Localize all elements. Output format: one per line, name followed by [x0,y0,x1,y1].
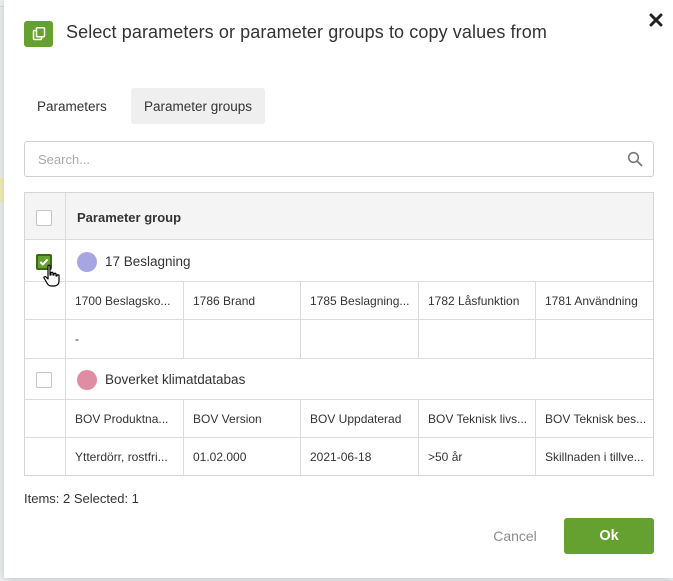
group-name-boverket-klimatdatabas[interactable]: Boverket klimatdatabas [105,372,245,387]
tab-parameter-groups[interactable]: Parameter groups [131,88,266,124]
ok-button[interactable]: Ok [564,518,654,554]
param-value: >50 år [428,450,463,464]
selection-count: Items: 2 Selected: 1 [24,491,139,506]
hand-cursor-icon [43,264,60,287]
group-color-dot [77,370,97,390]
param-column-header: BOV Teknisk bes... [545,412,647,426]
param-value: Ytterdörr, rostfri... [75,450,168,464]
param-column-header: BOV Uppdaterad [310,412,402,426]
parameter-group-table: Parameter group 17 Beslagning 1700 Besla… [24,192,654,476]
param-value: 2021-06-18 [310,450,372,464]
param-column-header: BOV Version [193,412,262,426]
param-column-header: 1781 Användning [545,294,638,308]
search-box [24,141,654,177]
close-icon[interactable] [646,10,666,30]
param-column-header: 1786 Brand [193,294,256,308]
param-column-header: 1700 Beslagsko... [75,294,171,308]
tab-parameters[interactable]: Parameters [24,88,120,124]
param-column-header: BOV Produktna... [75,412,169,426]
group-color-dot [77,252,97,272]
select-all-checkbox[interactable] [36,210,52,226]
param-column-header: BOV Teknisk livs... [428,412,528,426]
dialog-title: Select parameters or parameter groups to… [66,22,547,42]
copy-icon [24,21,53,47]
search-icon[interactable] [627,151,643,167]
group-name-17-beslagning[interactable]: 17 Beslagning [105,254,191,269]
param-value: 01.02.000 [193,450,247,464]
param-column-header: 1785 Beslagning... [310,294,410,308]
search-input[interactable] [25,142,615,176]
param-value: - [75,332,79,346]
group-checkbox-boverket-klimatdatabas[interactable] [36,372,52,388]
copy-values-dialog: Select parameters or parameter groups to… [4,0,673,578]
param-column-header: 1782 Låsfunktion [428,294,520,308]
column-header-parameter-group: Parameter group [77,210,182,225]
table-header: Parameter group [25,193,653,240]
param-value: Skillnaden i tillve... [545,450,644,464]
cancel-button[interactable]: Cancel [482,518,548,554]
